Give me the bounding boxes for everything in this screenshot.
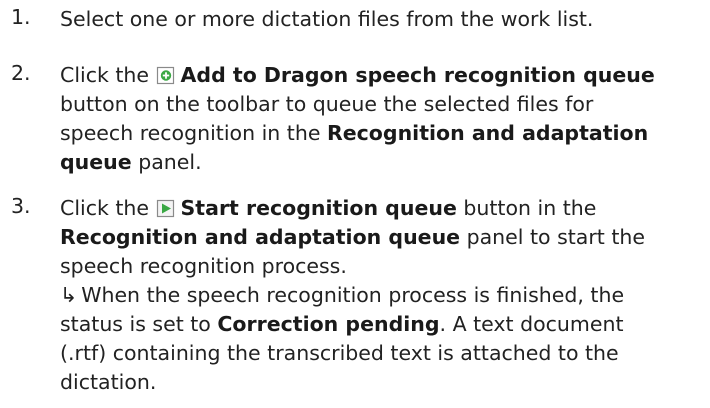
step-text: speech recognition process. [60, 254, 347, 278]
add-to-queue-button-label: Add to Dragon speech recognition queue [180, 63, 655, 87]
status-value: Correction pending [217, 312, 440, 336]
step-text: speech recognition in the [60, 121, 321, 145]
step-text: button in the [463, 196, 597, 220]
step-text: Select one or more dictation files from … [60, 7, 594, 31]
result-text: dictation. [60, 370, 157, 394]
result-text: (.rtf) containing the transcribed text i… [60, 341, 619, 365]
step-text: panel. [138, 150, 202, 174]
result-text: . A text document [439, 312, 624, 336]
panel-name: queue [60, 150, 132, 174]
result-arrow-icon: ↳ [60, 283, 78, 307]
result-text: status is set to [60, 312, 211, 336]
step-text: panel to start the [466, 225, 645, 249]
panel-name: Recognition and adaptation [326, 121, 649, 145]
step-number: 1. [11, 5, 31, 29]
play-icon [156, 199, 174, 218]
add-to-queue-icon [156, 66, 174, 85]
step-number: 3. [11, 194, 31, 218]
panel-name: Recognition and adaptation queue [60, 225, 461, 249]
step-text-intro: Click the [60, 196, 150, 220]
step-number: 2. [11, 61, 31, 85]
result-text: When the speech recognition process is f… [81, 283, 625, 307]
step-text: button on the toolbar to queue the selec… [60, 92, 594, 116]
step-text-intro: Click the [60, 63, 150, 87]
start-queue-button-label: Start recognition queue [180, 196, 457, 220]
